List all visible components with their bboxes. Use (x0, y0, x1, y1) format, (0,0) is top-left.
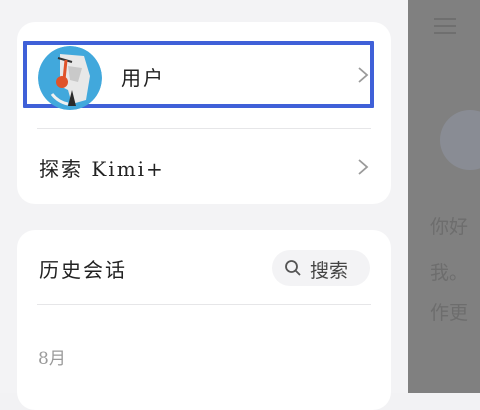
blurred-avatar (440, 110, 480, 170)
overlay-text-line: 你好 (430, 216, 469, 238)
overlay-text-line: 我。 (430, 262, 469, 284)
dimmed-main-overlay[interactable]: 你好 我。 作更 (408, 0, 480, 393)
history-search-button[interactable]: 搜索 (272, 250, 370, 286)
avatar[interactable] (38, 46, 102, 110)
menu-icon (434, 18, 456, 34)
user-card: 用户 探索 Kimi+ (17, 22, 391, 204)
user-label: 用户 (121, 66, 165, 90)
divider (37, 128, 371, 129)
history-title: 历史会话 (39, 258, 127, 282)
overlay-text-line: 作更 (430, 302, 469, 324)
chevron-right-icon (358, 67, 369, 83)
side-drawer: 用户 探索 Kimi+ 历史会话 搜索 8月 (0, 0, 408, 410)
search-icon (285, 260, 301, 276)
chevron-right-icon (358, 159, 369, 175)
explore-label: 探索 Kimi+ (39, 157, 165, 181)
month-group-label: 8月 (38, 349, 66, 369)
search-label: 搜索 (310, 260, 349, 282)
divider (37, 304, 371, 305)
history-card: 历史会话 搜索 8月 (17, 230, 391, 410)
